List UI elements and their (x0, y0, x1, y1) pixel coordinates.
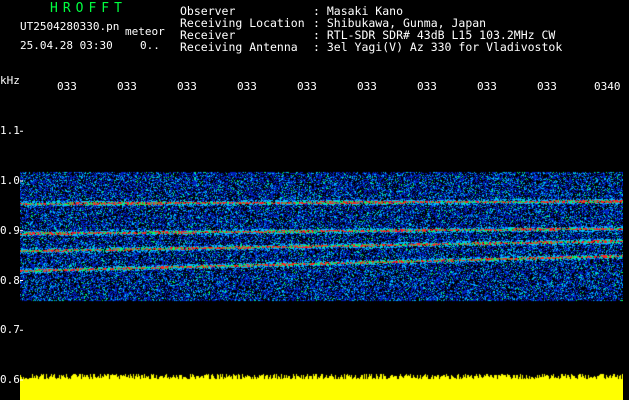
y-tick: 0.9 (0, 224, 20, 237)
y-tick: 0.6 (0, 373, 20, 386)
x-tick: 033 (117, 80, 137, 93)
x-tick: 033 (357, 80, 377, 93)
x-tick: 0340 (594, 80, 621, 93)
filename-label: UT2504280330.pn (20, 20, 120, 33)
x-tick: 033 (477, 80, 497, 93)
y-tick: 0.8 (0, 274, 20, 287)
y-axis-unit: kHz (0, 74, 20, 87)
field-value-antenna: : 3el Yagi(V) Az 330 for Vladivostok (313, 40, 563, 54)
y-tick: 1.1 (0, 124, 20, 137)
spectrogram-plot (20, 95, 623, 400)
meteor-label: meteor (125, 25, 165, 38)
x-tick: 033 (237, 80, 257, 93)
datetime-label: 25.04.28 03:30 (20, 39, 113, 52)
count-label: 0.. (140, 39, 160, 52)
spectrogram-overlay (20, 130, 23, 381)
field-label-antenna: Receiving Antenna (180, 40, 298, 54)
x-tick: 033 (177, 80, 197, 93)
x-tick: 033 (297, 80, 317, 93)
x-tick: 033 (57, 80, 77, 93)
x-tick: 033 (417, 80, 437, 93)
x-tick: 033 (537, 80, 557, 93)
app-title: HROFFT (50, 1, 127, 16)
y-tick: 0.7 (0, 323, 20, 336)
y-tick: 1.0 (0, 174, 20, 187)
